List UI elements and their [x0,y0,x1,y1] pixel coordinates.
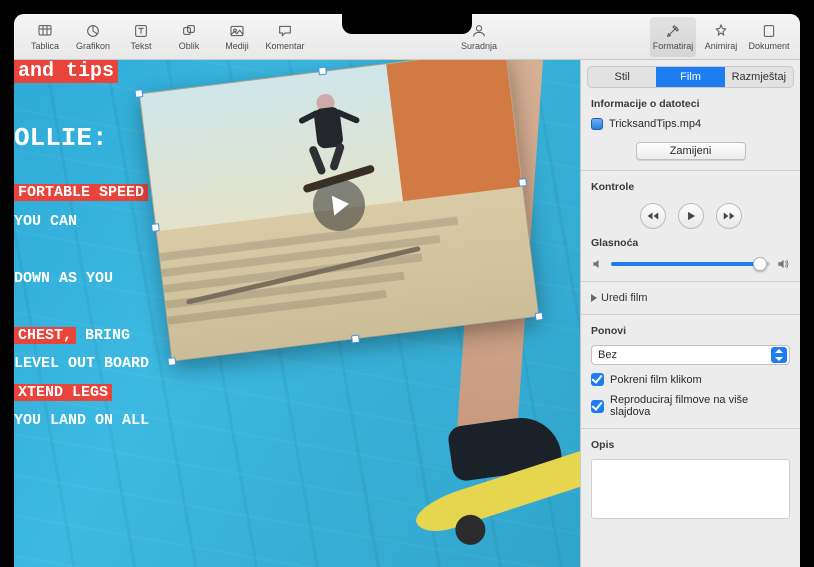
toolbar-left-group: Tablica Grafikon Tekst Oblik Mediji [22,17,308,57]
checkbox-label: Reproduciraj filmove na više slajdova [610,394,790,418]
edit-movie-label: Uredi film [601,292,647,304]
volume-slider[interactable] [591,257,790,271]
toolbar-label: Mediji [225,41,249,51]
toolbar-label: Tablica [31,41,59,51]
resize-handle[interactable] [351,335,360,344]
comment-icon [276,23,294,39]
toolbar-label: Tekst [130,41,151,51]
movie-clip-selected[interactable] [139,60,539,362]
resize-handle[interactable] [535,312,544,321]
toolbar-media[interactable]: Mediji [214,17,260,57]
tab-style[interactable]: Stil [588,67,656,87]
resize-handle[interactable] [134,89,143,98]
toolbar-animate[interactable]: Animiraj [698,17,744,57]
volume-heading: Glasnoća [591,237,790,249]
chart-icon [84,23,102,39]
toolbar-shape[interactable]: Oblik [166,17,212,57]
resize-handle[interactable] [518,178,527,187]
checkbox-label: Pokreni film klikom [610,374,702,386]
toolbar-format[interactable]: Formatiraj [650,17,696,57]
volume-low-icon [591,257,605,271]
resize-handle[interactable] [318,67,327,76]
disclosure-triangle-icon [591,294,597,302]
toolbar-comment[interactable]: Komentar [262,17,308,57]
checkbox-checked-icon [591,400,604,413]
slide-text: CHEST, [14,327,76,344]
toolbar-label: Animiraj [705,41,738,51]
fastforward-button[interactable] [716,203,742,229]
shape-icon [180,23,198,39]
format-icon [664,23,682,39]
toolbar-label: Oblik [179,41,200,51]
text-icon [132,23,150,39]
repeat-value: Bez [598,349,617,361]
resize-handle[interactable] [167,357,176,366]
toolbar-label: Formatiraj [653,41,694,51]
toolbar-right-group: Formatiraj Animiraj Dokument [650,17,792,57]
play-button[interactable] [678,203,704,229]
rewind-button[interactable] [640,203,666,229]
select-stepper-icon [771,347,787,363]
movie-filename: TricksandTips.mp4 [609,118,701,130]
repeat-heading: Ponovi [591,325,790,337]
slide-text: XTEND LEGS [14,384,112,401]
slide-text: LEVEL OUT BOARD [14,350,314,379]
resize-handle[interactable] [151,223,160,232]
fileinfo-heading: Informacije o datoteci [591,98,790,110]
toolbar-label: Grafikon [76,41,110,51]
laptop-notch [342,14,472,34]
repeat-select[interactable]: Bez [591,345,790,365]
media-icon [228,23,246,39]
slide-text: YOU LAND ON ALL [14,407,314,436]
fastforward-icon [722,209,736,223]
animate-icon [712,23,730,39]
toolbar-text[interactable]: Tekst [118,17,164,57]
controls-heading: Kontrole [591,181,790,193]
fileinfo-row: TricksandTips.mp4 [591,118,790,130]
inspector-tabs: Stil Film Razmještaj [587,66,794,88]
play-across-slides-checkbox[interactable]: Reproduciraj filmove na više slajdova [591,394,790,418]
movie-file-icon [591,118,603,130]
slide-text: and tips [14,60,118,83]
toolbar-label: Komentar [265,41,304,51]
replace-button[interactable]: Zamijeni [636,142,746,160]
rewind-icon [646,209,660,223]
table-icon [36,23,54,39]
play-icon [684,209,698,223]
toolbar-document[interactable]: Dokument [746,17,792,57]
slide-text: FORTABLE SPEED [14,184,148,201]
format-inspector: Stil Film Razmještaj Informacije o datot… [580,60,800,567]
toolbar-label: Dokument [748,41,789,51]
toolbar-chart[interactable]: Grafikon [70,17,116,57]
toolbar-table[interactable]: Tablica [22,17,68,57]
slide-canvas[interactable]: and tips OLLIE: FORTABLE SPEED YOU CAN D… [14,60,580,567]
description-heading: Opis [591,439,790,451]
volume-high-icon [776,257,790,271]
slide-text: BRING [85,327,130,344]
tab-movie[interactable]: Film [656,67,724,87]
edit-movie-disclosure[interactable]: Uredi film [591,292,790,304]
slider-thumb[interactable] [753,257,767,271]
collaborate-icon [470,23,488,39]
document-icon [760,23,778,39]
description-textarea[interactable] [591,459,790,519]
start-on-click-checkbox[interactable]: Pokreni film klikom [591,373,790,386]
tab-arrange[interactable]: Razmještaj [725,67,793,87]
toolbar-label: Suradnja [461,41,497,51]
checkbox-checked-icon [591,373,604,386]
